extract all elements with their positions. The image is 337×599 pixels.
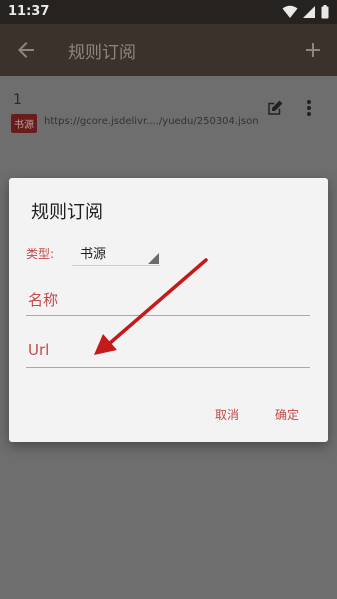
subscription-dialog: 规则订阅 类型: 书源 名称 Url 取消 确定 [9, 178, 328, 442]
status-bar: 11:37 [0, 0, 337, 24]
more-vert-icon[interactable] [300, 98, 318, 118]
battery-icon [321, 5, 329, 19]
signal-icon [303, 6, 315, 18]
item-type-badge: 书源 [11, 114, 37, 133]
page-title: 规则订阅 [68, 43, 136, 63]
dialog-title: 规则订阅 [31, 202, 103, 223]
item-index: 1 [13, 92, 22, 108]
cancel-button[interactable]: 取消 [215, 406, 239, 423]
url-placeholder: Url [28, 341, 50, 359]
type-select-value: 书源 [80, 247, 107, 262]
type-label: 类型: [26, 247, 55, 261]
status-icons [282, 5, 329, 19]
type-select[interactable]: 书源 [72, 240, 160, 266]
back-arrow-icon[interactable] [14, 38, 38, 62]
ok-button[interactable]: 确定 [275, 406, 299, 423]
add-icon[interactable] [301, 38, 325, 62]
dropdown-triangle-icon [148, 253, 159, 264]
name-placeholder: 名称 [28, 291, 59, 309]
edit-icon[interactable] [266, 99, 284, 117]
list-item[interactable]: 1 书源 https://gcore.jsdelivr..../yuedu/25… [0, 76, 337, 140]
name-field[interactable]: 名称 [26, 284, 310, 316]
status-time: 11:37 [8, 4, 50, 19]
app-bar: 规则订阅 [0, 24, 337, 76]
url-field[interactable]: Url [26, 336, 310, 368]
wifi-icon [282, 5, 298, 18]
item-url: https://gcore.jsdelivr..../yuedu/250304.… [44, 116, 259, 127]
